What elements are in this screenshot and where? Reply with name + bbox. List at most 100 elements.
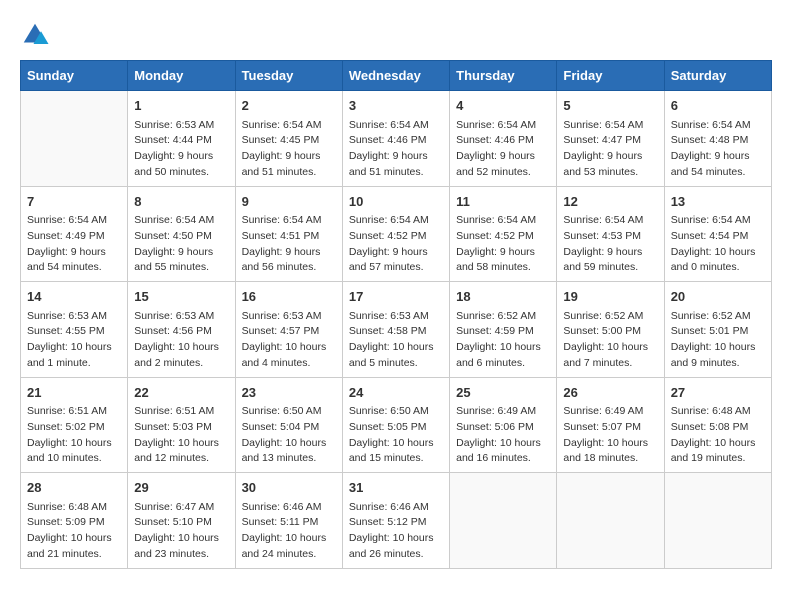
calendar-day-cell: 1Sunrise: 6:53 AMSunset: 4:44 PMDaylight… xyxy=(128,91,235,187)
calendar-day-cell: 18Sunrise: 6:52 AMSunset: 4:59 PMDayligh… xyxy=(450,282,557,378)
calendar-day-cell: 14Sunrise: 6:53 AMSunset: 4:55 PMDayligh… xyxy=(21,282,128,378)
calendar-day-cell: 13Sunrise: 6:54 AMSunset: 4:54 PMDayligh… xyxy=(664,186,771,282)
calendar-day-cell: 22Sunrise: 6:51 AMSunset: 5:03 PMDayligh… xyxy=(128,377,235,473)
calendar-week-row: 7Sunrise: 6:54 AMSunset: 4:49 PMDaylight… xyxy=(21,186,772,282)
calendar-week-row: 28Sunrise: 6:48 AMSunset: 5:09 PMDayligh… xyxy=(21,473,772,569)
calendar-table: SundayMondayTuesdayWednesdayThursdayFrid… xyxy=(20,60,772,569)
calendar-day-cell: 20Sunrise: 6:52 AMSunset: 5:01 PMDayligh… xyxy=(664,282,771,378)
day-number: 23 xyxy=(242,383,336,403)
day-detail: Sunrise: 6:54 AMSunset: 4:49 PMDaylight:… xyxy=(27,213,121,276)
calendar-day-cell: 26Sunrise: 6:49 AMSunset: 5:07 PMDayligh… xyxy=(557,377,664,473)
day-number: 22 xyxy=(134,383,228,403)
calendar-day-cell: 21Sunrise: 6:51 AMSunset: 5:02 PMDayligh… xyxy=(21,377,128,473)
day-number: 18 xyxy=(456,287,550,307)
calendar-day-cell: 25Sunrise: 6:49 AMSunset: 5:06 PMDayligh… xyxy=(450,377,557,473)
day-of-week-header: Thursday xyxy=(450,61,557,91)
day-detail: Sunrise: 6:54 AMSunset: 4:53 PMDaylight:… xyxy=(563,213,657,276)
day-of-week-header: Saturday xyxy=(664,61,771,91)
day-number: 9 xyxy=(242,192,336,212)
day-number: 25 xyxy=(456,383,550,403)
calendar-day-cell: 15Sunrise: 6:53 AMSunset: 4:56 PMDayligh… xyxy=(128,282,235,378)
calendar-day-cell xyxy=(557,473,664,569)
calendar-body: 1Sunrise: 6:53 AMSunset: 4:44 PMDaylight… xyxy=(21,91,772,569)
day-number: 6 xyxy=(671,96,765,116)
day-detail: Sunrise: 6:49 AMSunset: 5:06 PMDaylight:… xyxy=(456,404,550,467)
calendar-day-cell: 30Sunrise: 6:46 AMSunset: 5:11 PMDayligh… xyxy=(235,473,342,569)
calendar-day-cell: 10Sunrise: 6:54 AMSunset: 4:52 PMDayligh… xyxy=(342,186,449,282)
day-number: 24 xyxy=(349,383,443,403)
calendar-day-cell: 31Sunrise: 6:46 AMSunset: 5:12 PMDayligh… xyxy=(342,473,449,569)
day-detail: Sunrise: 6:53 AMSunset: 4:44 PMDaylight:… xyxy=(134,118,228,181)
day-detail: Sunrise: 6:50 AMSunset: 5:05 PMDaylight:… xyxy=(349,404,443,467)
calendar-week-row: 14Sunrise: 6:53 AMSunset: 4:55 PMDayligh… xyxy=(21,282,772,378)
day-detail: Sunrise: 6:47 AMSunset: 5:10 PMDaylight:… xyxy=(134,500,228,563)
calendar-day-cell: 2Sunrise: 6:54 AMSunset: 4:45 PMDaylight… xyxy=(235,91,342,187)
day-detail: Sunrise: 6:48 AMSunset: 5:08 PMDaylight:… xyxy=(671,404,765,467)
day-number: 8 xyxy=(134,192,228,212)
day-detail: Sunrise: 6:53 AMSunset: 4:55 PMDaylight:… xyxy=(27,309,121,372)
day-number: 11 xyxy=(456,192,550,212)
day-detail: Sunrise: 6:54 AMSunset: 4:45 PMDaylight:… xyxy=(242,118,336,181)
day-detail: Sunrise: 6:49 AMSunset: 5:07 PMDaylight:… xyxy=(563,404,657,467)
calendar-day-cell: 11Sunrise: 6:54 AMSunset: 4:52 PMDayligh… xyxy=(450,186,557,282)
day-number: 15 xyxy=(134,287,228,307)
day-number: 17 xyxy=(349,287,443,307)
day-number: 29 xyxy=(134,478,228,498)
day-number: 10 xyxy=(349,192,443,212)
calendar-day-cell: 24Sunrise: 6:50 AMSunset: 5:05 PMDayligh… xyxy=(342,377,449,473)
day-detail: Sunrise: 6:46 AMSunset: 5:11 PMDaylight:… xyxy=(242,500,336,563)
calendar-day-cell xyxy=(664,473,771,569)
day-number: 31 xyxy=(349,478,443,498)
day-number: 26 xyxy=(563,383,657,403)
calendar-day-cell: 17Sunrise: 6:53 AMSunset: 4:58 PMDayligh… xyxy=(342,282,449,378)
day-of-week-header: Monday xyxy=(128,61,235,91)
day-number: 28 xyxy=(27,478,121,498)
day-number: 4 xyxy=(456,96,550,116)
day-detail: Sunrise: 6:54 AMSunset: 4:52 PMDaylight:… xyxy=(349,213,443,276)
day-number: 1 xyxy=(134,96,228,116)
day-number: 30 xyxy=(242,478,336,498)
day-of-week-header: Tuesday xyxy=(235,61,342,91)
calendar-day-cell: 12Sunrise: 6:54 AMSunset: 4:53 PMDayligh… xyxy=(557,186,664,282)
day-number: 13 xyxy=(671,192,765,212)
calendar-week-row: 1Sunrise: 6:53 AMSunset: 4:44 PMDaylight… xyxy=(21,91,772,187)
day-detail: Sunrise: 6:52 AMSunset: 4:59 PMDaylight:… xyxy=(456,309,550,372)
day-of-week-header: Sunday xyxy=(21,61,128,91)
page-header xyxy=(20,20,772,50)
calendar-day-cell: 3Sunrise: 6:54 AMSunset: 4:46 PMDaylight… xyxy=(342,91,449,187)
calendar-day-cell: 8Sunrise: 6:54 AMSunset: 4:50 PMDaylight… xyxy=(128,186,235,282)
day-detail: Sunrise: 6:53 AMSunset: 4:57 PMDaylight:… xyxy=(242,309,336,372)
calendar-day-cell: 4Sunrise: 6:54 AMSunset: 4:46 PMDaylight… xyxy=(450,91,557,187)
day-detail: Sunrise: 6:54 AMSunset: 4:46 PMDaylight:… xyxy=(349,118,443,181)
calendar-week-row: 21Sunrise: 6:51 AMSunset: 5:02 PMDayligh… xyxy=(21,377,772,473)
calendar-day-cell: 6Sunrise: 6:54 AMSunset: 4:48 PMDaylight… xyxy=(664,91,771,187)
calendar-day-cell: 27Sunrise: 6:48 AMSunset: 5:08 PMDayligh… xyxy=(664,377,771,473)
day-detail: Sunrise: 6:54 AMSunset: 4:54 PMDaylight:… xyxy=(671,213,765,276)
day-number: 12 xyxy=(563,192,657,212)
day-of-week-header: Friday xyxy=(557,61,664,91)
calendar-day-cell: 5Sunrise: 6:54 AMSunset: 4:47 PMDaylight… xyxy=(557,91,664,187)
day-number: 19 xyxy=(563,287,657,307)
day-of-week-header: Wednesday xyxy=(342,61,449,91)
day-number: 21 xyxy=(27,383,121,403)
calendar-day-cell: 28Sunrise: 6:48 AMSunset: 5:09 PMDayligh… xyxy=(21,473,128,569)
day-detail: Sunrise: 6:54 AMSunset: 4:52 PMDaylight:… xyxy=(456,213,550,276)
day-detail: Sunrise: 6:52 AMSunset: 5:00 PMDaylight:… xyxy=(563,309,657,372)
calendar-day-cell: 9Sunrise: 6:54 AMSunset: 4:51 PMDaylight… xyxy=(235,186,342,282)
calendar-day-cell: 23Sunrise: 6:50 AMSunset: 5:04 PMDayligh… xyxy=(235,377,342,473)
day-detail: Sunrise: 6:54 AMSunset: 4:48 PMDaylight:… xyxy=(671,118,765,181)
day-number: 3 xyxy=(349,96,443,116)
calendar-day-cell: 29Sunrise: 6:47 AMSunset: 5:10 PMDayligh… xyxy=(128,473,235,569)
header-row: SundayMondayTuesdayWednesdayThursdayFrid… xyxy=(21,61,772,91)
calendar-day-cell: 16Sunrise: 6:53 AMSunset: 4:57 PMDayligh… xyxy=(235,282,342,378)
day-number: 27 xyxy=(671,383,765,403)
day-detail: Sunrise: 6:51 AMSunset: 5:03 PMDaylight:… xyxy=(134,404,228,467)
day-detail: Sunrise: 6:54 AMSunset: 4:47 PMDaylight:… xyxy=(563,118,657,181)
day-detail: Sunrise: 6:54 AMSunset: 4:50 PMDaylight:… xyxy=(134,213,228,276)
logo-icon xyxy=(20,20,50,50)
day-number: 20 xyxy=(671,287,765,307)
day-detail: Sunrise: 6:53 AMSunset: 4:56 PMDaylight:… xyxy=(134,309,228,372)
day-number: 2 xyxy=(242,96,336,116)
day-number: 16 xyxy=(242,287,336,307)
calendar-day-cell: 19Sunrise: 6:52 AMSunset: 5:00 PMDayligh… xyxy=(557,282,664,378)
